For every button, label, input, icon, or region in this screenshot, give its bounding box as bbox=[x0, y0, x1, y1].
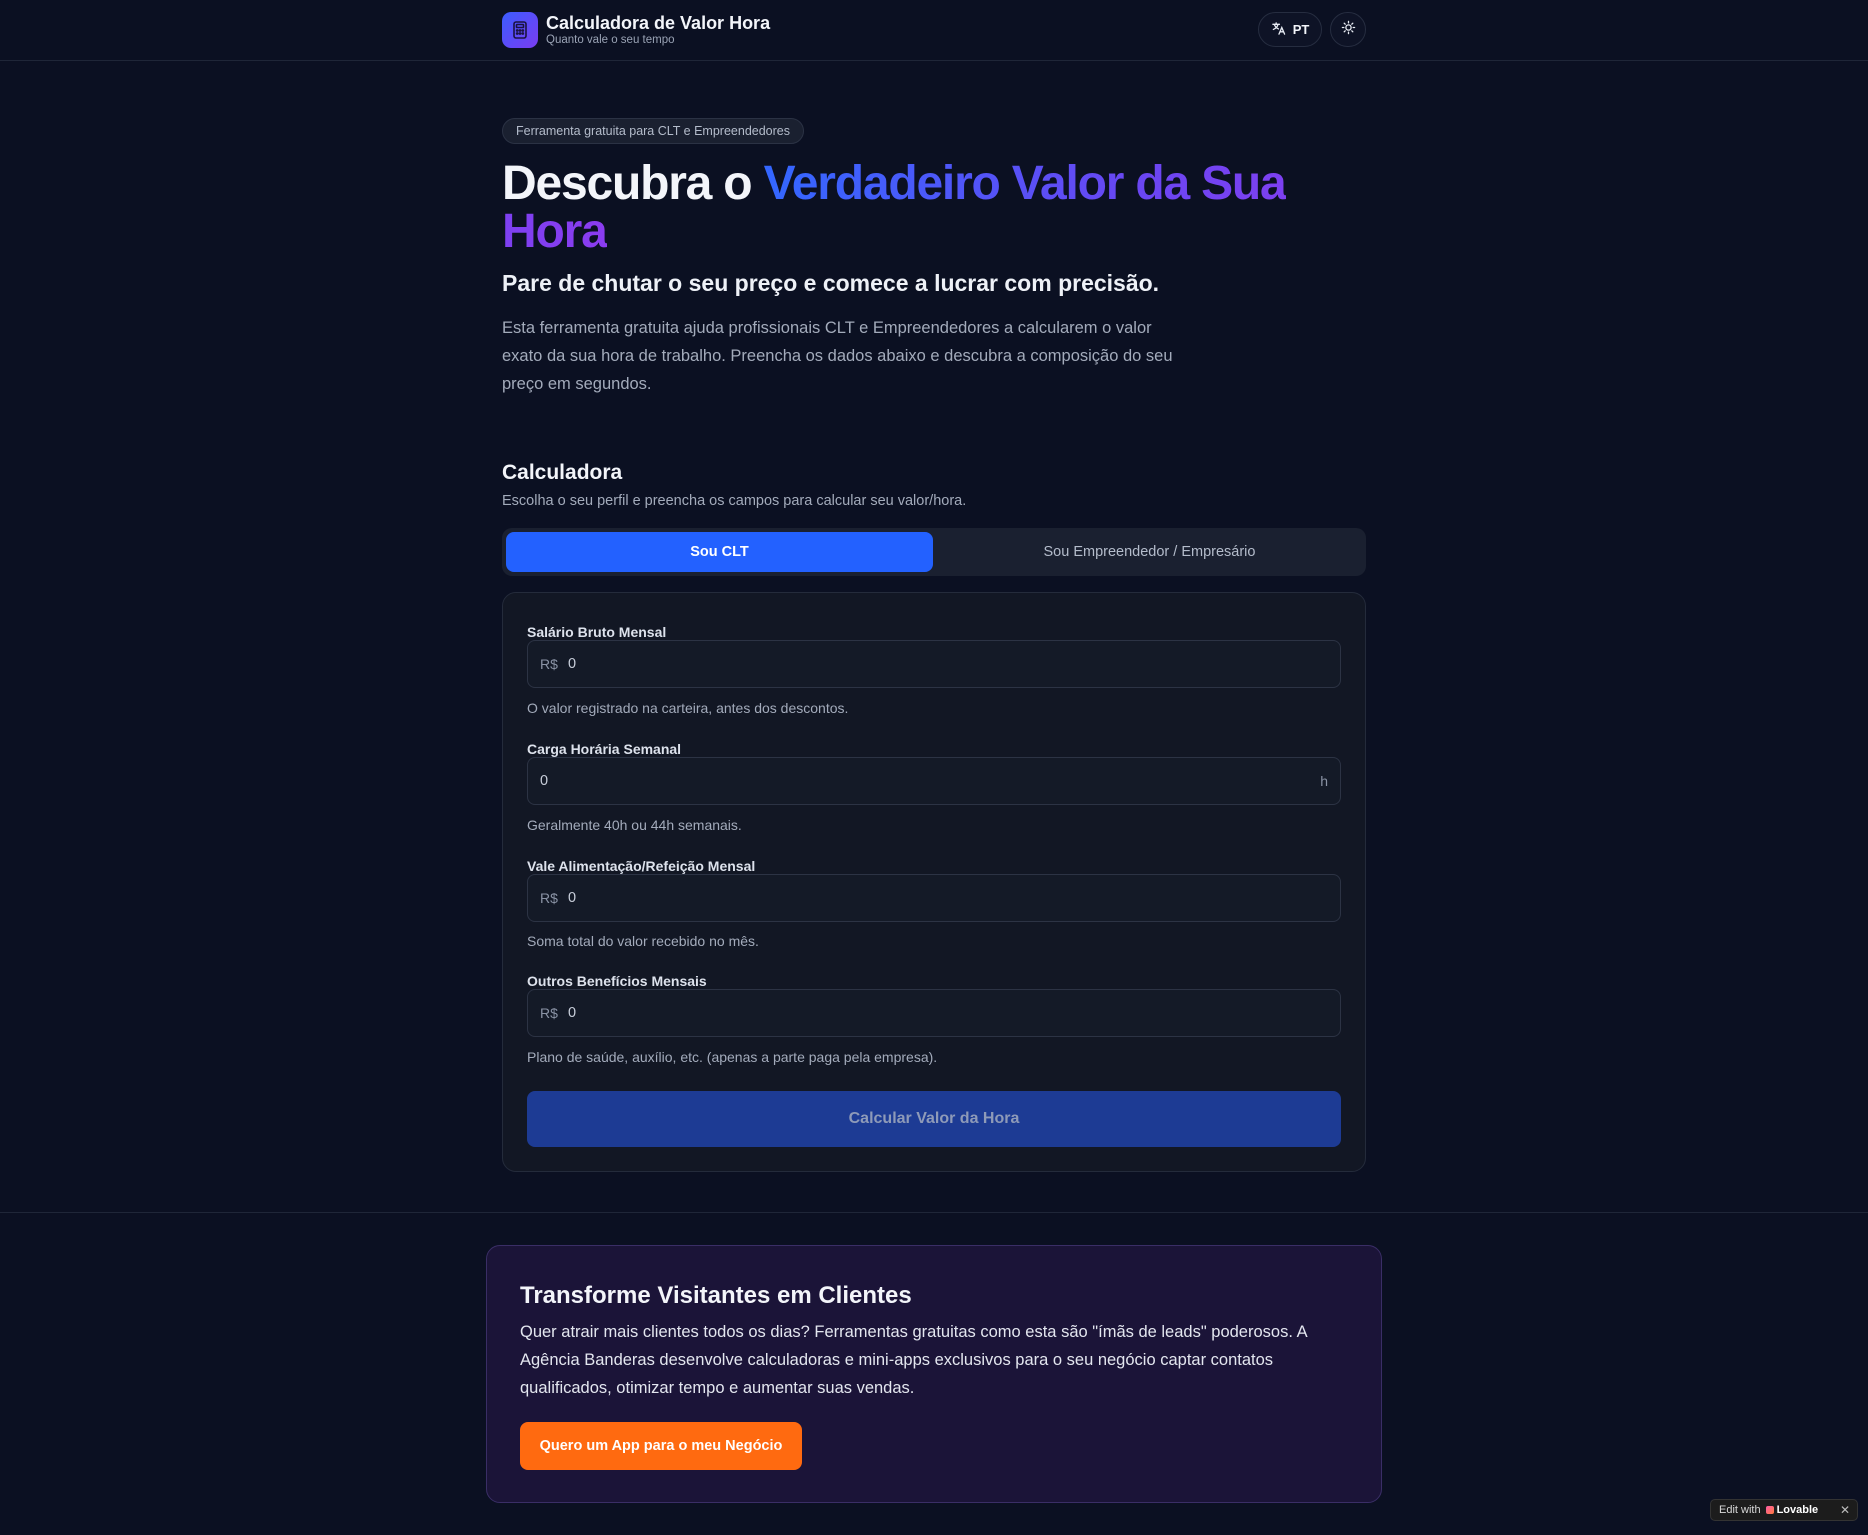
badge-prefix: Edit with bbox=[1719, 1504, 1761, 1516]
hero-subtitle: Pare de chutar o seu preço e comece a lu… bbox=[502, 270, 1160, 296]
currency-prefix: R$ bbox=[540, 1005, 558, 1021]
meal-allowance-label: Vale Alimentação/Refeição Mensal bbox=[527, 858, 756, 874]
other-benefits-label: Outros Benefícios Mensais bbox=[527, 973, 707, 989]
lovable-logo: Lovable bbox=[1765, 1504, 1819, 1516]
salary-label: Salário Bruto Mensal bbox=[527, 624, 667, 640]
meal-allowance-input[interactable]: R$ 0 bbox=[527, 874, 1341, 922]
calculator-subtitle: Escolha o seu perfil e preencha os campo… bbox=[502, 493, 967, 509]
hero-description: Esta ferramenta gratuita ajuda profissio… bbox=[502, 319, 1173, 393]
language-button[interactable]: PT bbox=[1258, 12, 1322, 47]
other-benefits-input[interactable]: R$ 0 bbox=[527, 989, 1341, 1037]
meal-allowance-help: Soma total do valor recebido no mês. bbox=[527, 933, 759, 949]
profile-tabs: Sou CLT Sou Empreendedor / Empresário bbox=[502, 528, 1366, 576]
meal-allowance-value: 0 bbox=[568, 890, 577, 906]
promo-cta-button[interactable]: Quero um App para o meu Negócio bbox=[520, 1422, 802, 1470]
tab-clt[interactable]: Sou CLT bbox=[506, 532, 933, 572]
salary-help: O valor registrado na carteira, antes do… bbox=[527, 700, 849, 716]
calculator-icon bbox=[502, 12, 538, 48]
heart-icon bbox=[1765, 1506, 1774, 1514]
promo-card: Transforme Visitantes em Clientes Quer a… bbox=[486, 1245, 1382, 1503]
promo-title: Transforme Visitantes em Clientes bbox=[520, 1282, 912, 1309]
calculator-title: Calculadora bbox=[502, 461, 623, 484]
other-benefits-help: Plano de saúde, auxílio, etc. (apenas a … bbox=[527, 1049, 938, 1065]
hours-input[interactable]: 0 h bbox=[527, 757, 1341, 805]
calculator-form-card: Salário Bruto Mensal R$ 0 O valor regist… bbox=[502, 592, 1366, 1172]
sun-icon bbox=[1341, 20, 1356, 40]
salary-input[interactable]: R$ 0 bbox=[527, 640, 1341, 688]
hours-label: Carga Horária Semanal bbox=[527, 741, 682, 757]
hours-help: Geralmente 40h ou 44h semanais. bbox=[527, 817, 742, 833]
currency-prefix: R$ bbox=[540, 890, 558, 906]
translate-icon bbox=[1271, 21, 1286, 39]
other-benefits-value: 0 bbox=[568, 1005, 577, 1021]
hero-pill-badge: Ferramenta gratuita para CLT e Empreende… bbox=[502, 118, 804, 144]
app-title: Calculadora de Valor Hora bbox=[546, 13, 771, 33]
close-icon[interactable]: ✕ bbox=[1840, 1503, 1850, 1517]
top-header: Calculadora de Valor Hora Quanto vale o … bbox=[0, 0, 1868, 61]
salary-value: 0 bbox=[568, 656, 577, 672]
promo-text: Quer atrair mais clientes todos os dias?… bbox=[520, 1323, 1307, 1397]
hero-title: Descubra o Verdadeiro Valor da Sua Hora bbox=[502, 160, 1302, 256]
calculate-button[interactable]: Calcular Valor da Hora bbox=[527, 1091, 1341, 1147]
hours-value: 0 bbox=[540, 773, 549, 789]
currency-prefix: R$ bbox=[540, 656, 558, 672]
hours-suffix: h bbox=[1320, 773, 1328, 789]
tab-empreendedor[interactable]: Sou Empreendedor / Empresário bbox=[937, 532, 1362, 572]
lovable-brand: Lovable bbox=[1776, 1504, 1819, 1516]
theme-toggle-button[interactable] bbox=[1330, 12, 1366, 47]
app-subtitle: Quanto vale o seu tempo bbox=[546, 34, 675, 46]
language-label: PT bbox=[1292, 22, 1310, 37]
hero-title-plain: Descubra o bbox=[502, 157, 764, 210]
edit-with-lovable-badge[interactable]: Edit with Lovable ✕ bbox=[1710, 1499, 1858, 1521]
section-divider bbox=[0, 1212, 1868, 1213]
